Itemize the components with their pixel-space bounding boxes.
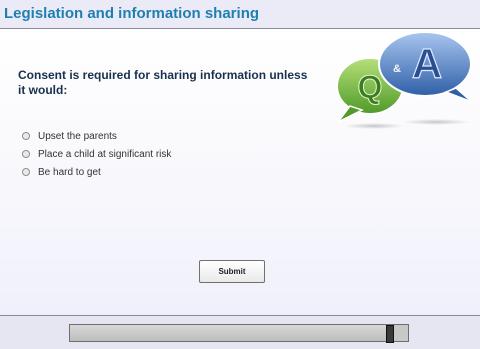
radio-button[interactable] (22, 168, 30, 176)
option-significant-risk[interactable]: Place a child at significant risk (22, 145, 171, 163)
q-letter: Q (358, 69, 383, 105)
progress-handle[interactable] (386, 325, 395, 343)
page-title: Legislation and information sharing (4, 5, 260, 22)
progress-fill (70, 325, 395, 341)
header-bar: Legislation and information sharing (0, 0, 480, 29)
qa-speech-bubbles-icon: Q & A (336, 31, 473, 129)
a-letter: A (412, 40, 442, 87)
option-label: Upset the parents (38, 130, 117, 142)
option-upset-parents[interactable]: Upset the parents (22, 127, 171, 145)
ampersand: & (393, 63, 401, 75)
option-label: Be hard to get (38, 166, 101, 178)
radio-button[interactable] (22, 150, 30, 158)
option-hard-to-get[interactable]: Be hard to get (22, 163, 171, 181)
radio-button[interactable] (22, 132, 30, 140)
answer-options: Upset the parents Place a child at signi… (22, 127, 171, 181)
progress-bar[interactable] (69, 324, 409, 343)
question-text: Consent is required for sharing informat… (18, 68, 308, 97)
submit-button[interactable]: Submit (199, 260, 265, 283)
footer-bar (0, 315, 480, 349)
option-label: Place a child at significant risk (38, 148, 172, 160)
